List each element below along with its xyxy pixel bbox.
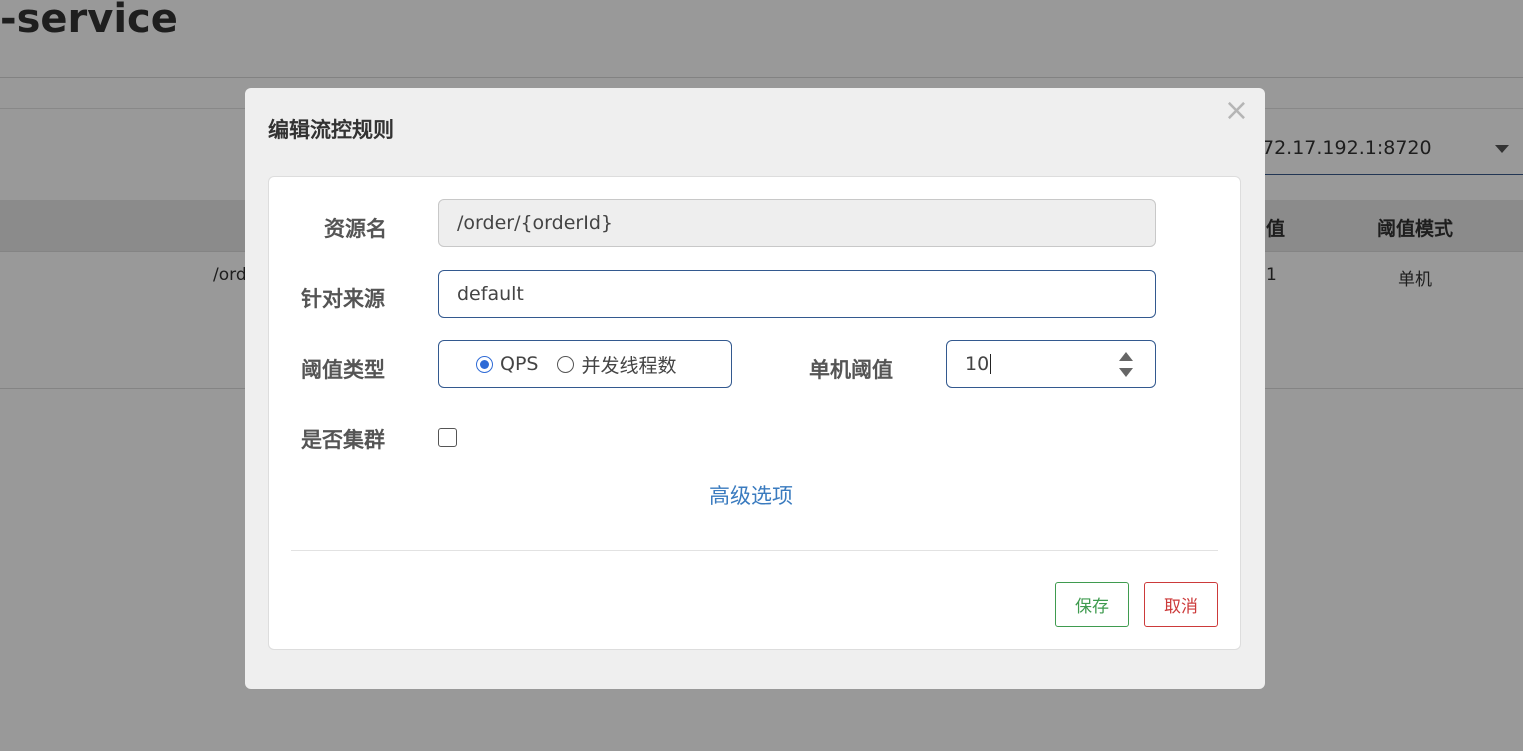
radio-selected-dot	[480, 359, 489, 369]
radio-thread-count-label[interactable]: 并发线程数	[581, 351, 676, 378]
close-icon[interactable]: ×	[1224, 96, 1249, 126]
single-threshold-input[interactable]: 10	[946, 340, 1156, 388]
cluster-label: 是否集群	[301, 428, 385, 452]
decrement-arrow[interactable]	[1119, 368, 1133, 377]
resource-name-value: /order/{orderId}	[457, 212, 613, 234]
increment-arrow[interactable]	[1119, 352, 1133, 361]
dialog-form: 资源名 /order/{orderId} 针对来源 default 阈值类型 Q…	[268, 176, 1241, 650]
single-threshold-value: 10	[965, 353, 990, 375]
dialog-title: 编辑流控规则	[268, 118, 394, 142]
origin-label: 针对来源	[301, 287, 385, 311]
save-button[interactable]: 保存	[1055, 582, 1129, 627]
threshold-type-radio-group: QPS 并发线程数	[438, 340, 732, 388]
origin-input[interactable]: default	[438, 270, 1156, 318]
text-cursor	[990, 354, 992, 374]
radio-qps-label[interactable]: QPS	[500, 353, 538, 375]
resource-name-input: /order/{orderId}	[438, 199, 1156, 247]
spinner-arrows-icon[interactable]	[1119, 352, 1133, 378]
screen: -service 72.17.192.1:8720 值 阈值模式 /ord 1 …	[0, 0, 1523, 751]
resource-name-label: 资源名	[324, 217, 387, 241]
radio-thread-count[interactable]	[557, 355, 575, 373]
single-threshold-label: 单机阈值	[809, 358, 893, 382]
edit-flow-rule-dialog: 编辑流控规则 × 资源名 /order/{orderId} 针对来源 defau…	[245, 88, 1265, 689]
radio-qps[interactable]	[476, 355, 493, 373]
origin-value: default	[457, 283, 524, 305]
threshold-type-label: 阈值类型	[301, 358, 385, 382]
advanced-options-link[interactable]: 高级选项	[709, 480, 793, 510]
cluster-checkbox[interactable]	[438, 428, 457, 447]
cancel-button[interactable]: 取消	[1144, 582, 1218, 627]
footer-divider	[291, 550, 1218, 551]
